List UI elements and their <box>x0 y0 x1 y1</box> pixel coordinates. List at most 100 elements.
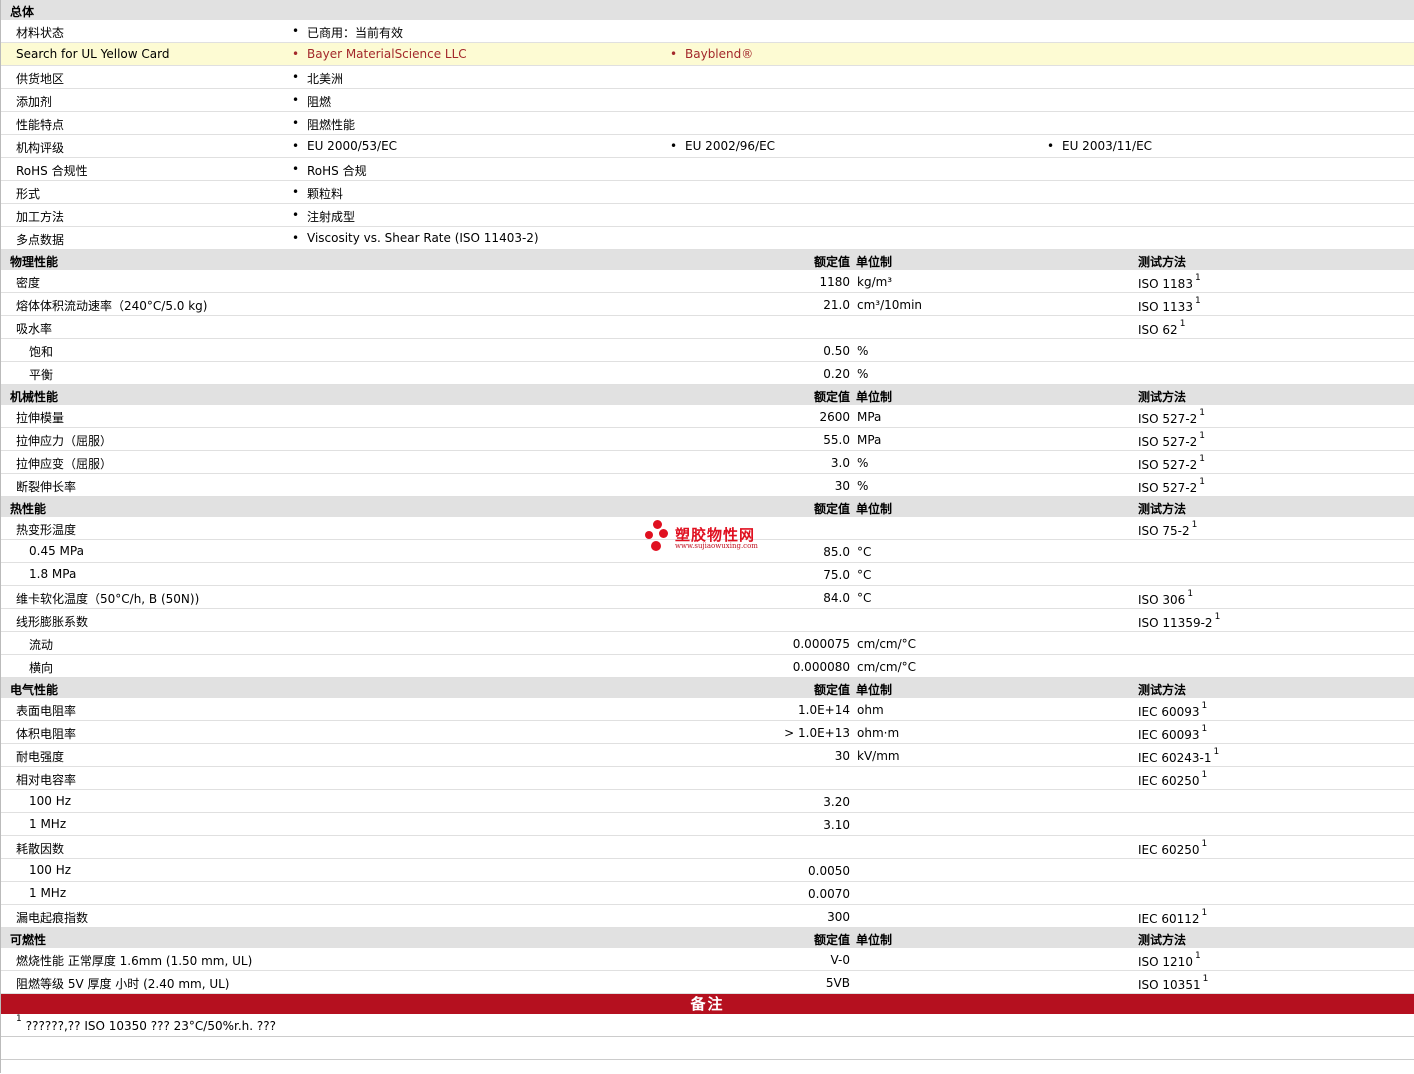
property-name: 材料状态 <box>16 26 65 40</box>
footer-divider <box>1 1059 1414 1074</box>
footnote-ref: 1 <box>1199 454 1206 464</box>
property-value: 阻燃 <box>292 93 331 110</box>
property-row: 100 Hz 0.0050 <box>1 859 1414 882</box>
test-method: ISO 1210 1 <box>1138 951 1201 969</box>
footnote-ref: 1 <box>1201 724 1208 734</box>
supplier-link[interactable]: Bayer MaterialScience LLC <box>292 47 467 61</box>
rated-header: 额定值 <box>813 683 850 697</box>
rated-header: 额定值 <box>813 255 850 269</box>
property-row: 断裂伸长率 30% ISO 527-2 1 <box>1 474 1414 497</box>
general-row: 性能特点 阻燃性能 <box>1 112 1414 135</box>
method-header: 测试方法 <box>1138 255 1187 269</box>
property-value: 85.0 <box>823 545 850 559</box>
notes-header: 备注 <box>1 994 1414 1014</box>
property-unit: °C <box>857 568 872 582</box>
property-value: 3.10 <box>823 818 850 832</box>
property-name: 阻燃等级 5V 厚度 小时 (2.40 mm, UL) <box>16 977 230 991</box>
property-value: > 1.0E+13 <box>784 726 850 740</box>
property-row: 耗散因数 IEC 60250 1 <box>1 836 1414 859</box>
property-unit: MPa <box>857 410 882 424</box>
footnote-ref: 1 <box>1179 319 1186 329</box>
property-name: 1 MHz <box>29 817 67 831</box>
method-header: 测试方法 <box>1138 390 1187 404</box>
method-header: 测试方法 <box>1138 683 1187 697</box>
test-method: ISO 10351 1 <box>1138 974 1209 992</box>
property-name: 体积电阻率 <box>16 727 77 741</box>
general-row: 形式 颗粒料 <box>1 181 1414 204</box>
property-name: 100 Hz <box>29 794 72 808</box>
test-method: IEC 60093 1 <box>1138 724 1208 742</box>
rated-header: 额定值 <box>813 390 850 404</box>
property-name: 平衡 <box>29 368 54 382</box>
property-unit: °C <box>857 591 872 605</box>
notes-list: 1??????,?? ISO 10350 ??? 23°C/50%r.h. ??… <box>1 1014 1414 1060</box>
property-value: 颗粒料 <box>292 185 343 202</box>
footnote-ref: 1 <box>1214 612 1221 622</box>
general-row: 供货地区 北美洲 <box>1 66 1414 89</box>
footnote-ref: 1 <box>1191 520 1198 530</box>
property-name: 形式 <box>16 187 41 201</box>
unit-header: 单位制 <box>856 502 893 516</box>
unit-header: 单位制 <box>856 933 893 947</box>
property-name: 热变形温度 <box>16 523 77 537</box>
test-method: IEC 60250 1 <box>1138 770 1208 788</box>
logo-dot-icon <box>645 531 653 539</box>
note-item: 1??????,?? ISO 10350 ??? 23°C/50%r.h. ??… <box>1 1014 1414 1037</box>
property-value: 0.50 <box>823 344 850 358</box>
property-row: 相对电容率 IEC 60250 1 <box>1 767 1414 790</box>
watermark-url: www.sujiaowuxing.com <box>675 542 758 550</box>
property-row: 1 MHz 3.10 <box>1 813 1414 836</box>
property-name: 饱和 <box>29 345 54 359</box>
property-value: 5VB <box>825 976 850 990</box>
section-title: 总体 <box>10 5 35 19</box>
test-method: ISO 306 1 <box>1138 589 1194 607</box>
property-name[interactable]: Search for UL Yellow Card <box>16 47 169 61</box>
section-title: 热性能 <box>10 502 47 516</box>
general-row: 添加剂 阻燃 <box>1 89 1414 112</box>
property-row: 表面电阻率 1.0E+14 ohm IEC 60093 1 <box>1 698 1414 721</box>
property-value: V-0 <box>830 953 850 967</box>
property-name: 表面电阻率 <box>16 704 77 718</box>
property-unit: cm/cm/°C <box>857 637 917 651</box>
property-name: 流动 <box>29 638 54 652</box>
property-unit: cm³/10min <box>857 298 923 312</box>
general-row: 机构评级 EU 2000/53/EC EU 2002/96/EC EU 2003/11… <box>1 135 1414 158</box>
property-row: 1.8 MPa 75.0 °C <box>1 563 1414 586</box>
property-name: 供货地区 <box>16 72 65 86</box>
property-value: 已商用：当前有效 <box>292 24 403 41</box>
property-unit: % <box>857 479 869 493</box>
logo-dot-icon <box>651 541 661 551</box>
test-method: ISO 11359-2 1 <box>1138 612 1221 630</box>
test-method: ISO 527-2 1 <box>1138 454 1206 472</box>
property-unit: MPa <box>857 433 882 447</box>
property-value: 0.0070 <box>808 887 850 901</box>
property-name: 断裂伸长率 <box>16 480 77 494</box>
test-method: IEC 60250 1 <box>1138 839 1208 857</box>
supplier-link[interactable]: Bayblend® <box>670 47 753 61</box>
property-unit: cm/cm/°C <box>857 660 917 674</box>
property-name: 熔体体积流动速率（240°C/5.0 kg) <box>16 299 208 313</box>
property-row: 平衡 0.20% <box>1 362 1414 385</box>
section-header-general: 总体 <box>1 0 1414 20</box>
general-row: 材料状态 已商用：当前有效 <box>1 20 1414 43</box>
general-row: RoHS 合规性 RoHS 合规 <box>1 158 1414 181</box>
footnote-ref: 1 <box>1201 770 1208 780</box>
property-row: 体积电阻率 > 1.0E+13 ohm·m IEC 60093 1 <box>1 721 1414 744</box>
property-row: 流动 0.000075 cm/cm/°C <box>1 632 1414 655</box>
test-method: ISO 1133 1 <box>1138 296 1201 314</box>
property-row: 1 MHz 0.0070 <box>1 882 1414 905</box>
section-title: 机械性能 <box>10 390 59 404</box>
footnote-ref: 1 <box>1202 974 1209 984</box>
property-name: RoHS 合规性 <box>16 164 88 178</box>
property-sections: 物理性能 额定值 单位制 测试方法 密度 1180 kg/m³ ISO 1183 1 熔体体积流动… <box>1 250 1414 994</box>
unit-header: 单位制 <box>856 255 893 269</box>
property-value: 84.0 <box>823 591 850 605</box>
rated-header: 额定值 <box>813 502 850 516</box>
property-name: 100 Hz <box>29 863 72 877</box>
property-value: 21.0 <box>823 298 850 312</box>
logo-dot-icon <box>659 529 668 538</box>
footnote-ref: 1 <box>1199 477 1206 487</box>
property-row: 100 Hz 3.20 <box>1 790 1414 813</box>
datasheet-page: 总体材料状态 已商用：当前有效 Search for UL Yellow Card B… <box>0 0 1414 1073</box>
property-name: 相对电容率 <box>16 773 77 787</box>
